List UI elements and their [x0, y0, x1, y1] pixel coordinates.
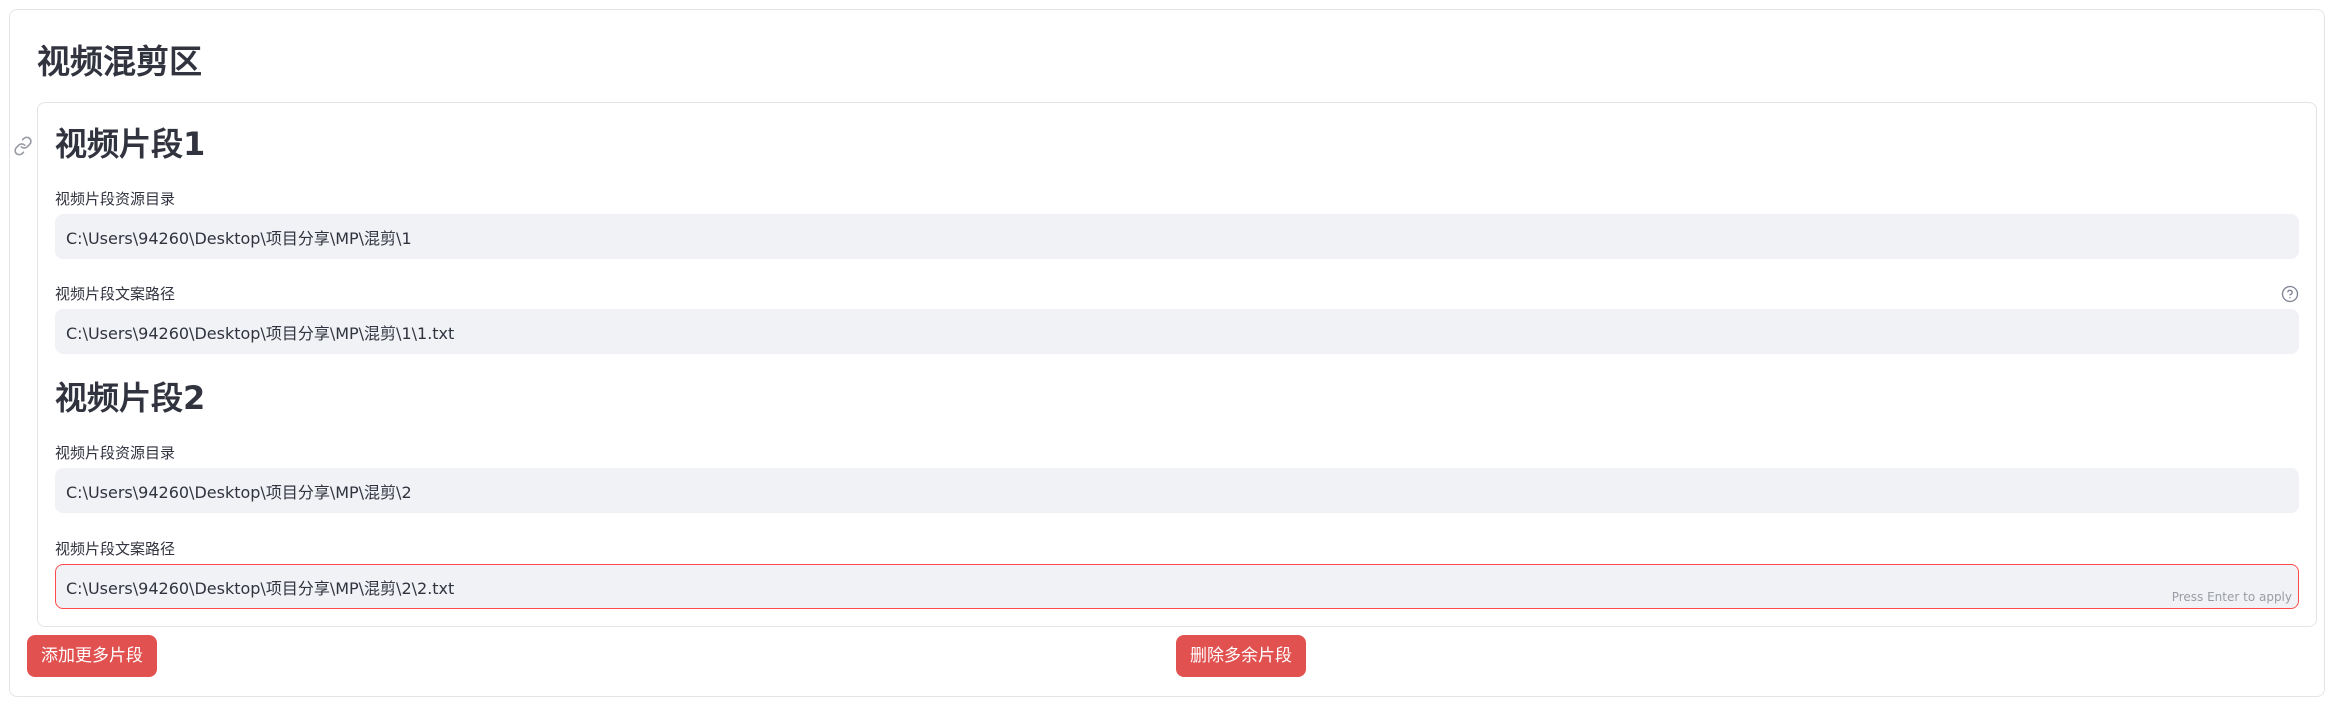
segment-1-dir-label: 视频片段资源目录	[55, 190, 176, 208]
segment-2-dir-input[interactable]	[55, 468, 2299, 513]
segments-container: 视频片段1 视频片段资源目录 视频片段文案路径 视频片段2 视频片段资源目录 视…	[37, 102, 2317, 627]
segment-1-title: 视频片段1	[55, 125, 206, 163]
video-mix-section: 视频混剪区 视频片段1 视频片段资源目录 视频片段文案路径 视频片段2 视频片段…	[9, 9, 2325, 697]
press-enter-hint: Press Enter to apply	[2171, 590, 2292, 604]
add-segment-button[interactable]: 添加更多片段	[27, 635, 157, 677]
segment-1-copy-label: 视频片段文案路径	[55, 285, 176, 303]
section-title: 视频混剪区	[37, 42, 202, 81]
segment-2-copy-input[interactable]	[55, 564, 2299, 609]
segment-1-dir-input[interactable]	[55, 214, 2299, 259]
segment-2-title: 视频片段2	[55, 379, 206, 417]
segment-2-copy-label: 视频片段文案路径	[55, 540, 176, 558]
link-icon[interactable]	[13, 136, 33, 156]
help-icon[interactable]	[2281, 285, 2299, 303]
segment-2-dir-label: 视频片段资源目录	[55, 444, 176, 462]
remove-segment-button[interactable]: 删除多余片段	[1176, 635, 1306, 677]
segment-1-copy-input[interactable]	[55, 309, 2299, 354]
